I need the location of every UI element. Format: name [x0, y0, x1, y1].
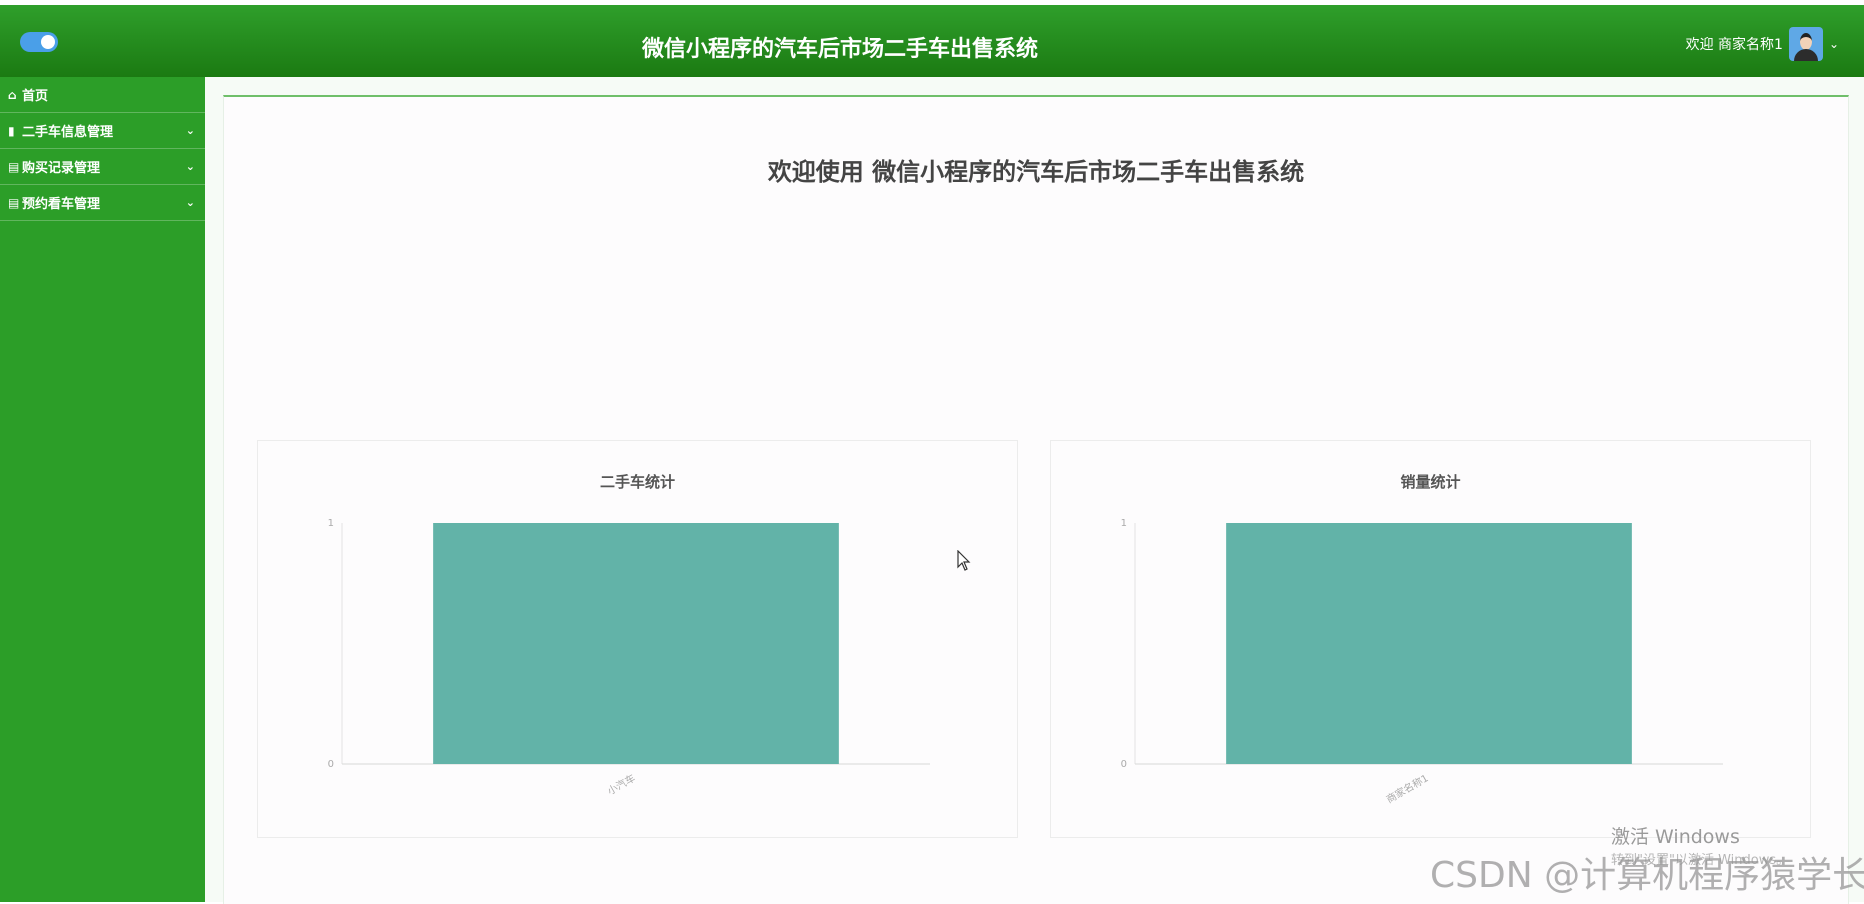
chart-card-sales: 销量统计 0 1 商家名称1 [1050, 440, 1811, 838]
chevron-down-icon[interactable]: ⌄ [1829, 37, 1839, 51]
bar [433, 523, 839, 764]
x-tick-label: 商家名称1 [1384, 771, 1431, 805]
folder-icon: ▮ [8, 123, 15, 138]
avatar[interactable] [1788, 27, 1823, 61]
list-icon: ▤ [8, 159, 20, 174]
used-car-stats-chart: 0 1 小汽车 [328, 518, 930, 798]
app-title: 微信小程序的汽车后市场二手车出售系统 [641, 37, 1038, 62]
list-icon: ▤ [8, 195, 20, 210]
bar [1226, 523, 1632, 764]
chevron-down-icon: ⌄ [185, 124, 195, 137]
avatar-head [1799, 33, 1812, 50]
content-panel: 欢迎使用 微信小程序的汽车后市场二手车出售系统 二手车统计 0 1 小汽车 销量统计… [223, 95, 1849, 904]
sidebar-item-label: 首页 [22, 89, 49, 104]
main-area: 欢迎使用 微信小程序的汽车后市场二手车出售系统 二手车统计 0 1 小汽车 销量统计… [205, 77, 1864, 904]
top-header: 微信小程序的汽车后市场二手车出售系统 欢迎 商家名称1 ⌄ [0, 5, 1864, 77]
chevron-down-icon: ⌄ [185, 196, 195, 209]
welcome-user-text: 欢迎 商家名称1 [1685, 37, 1783, 53]
sidebar-item-label: 购买记录管理 [22, 161, 101, 176]
chart-card-used-cars: 二手车统计 0 1 小汽车 [257, 440, 1018, 838]
csdn-watermark: CSDN @计算机程序猿学长 [1430, 855, 1864, 896]
sidebar-item-used-car-info[interactable]: ▮ 二手车信息管理 ⌄ [0, 113, 205, 149]
welcome-heading: 欢迎使用 微信小程序的汽车后市场二手车出售系统 [767, 158, 1305, 186]
avatar-body [1793, 49, 1818, 61]
y-tick-label: 0 [328, 759, 334, 770]
mouse-cursor-icon [957, 550, 971, 571]
y-tick-label: 1 [1121, 518, 1127, 529]
y-tick-label: 0 [1121, 759, 1127, 770]
user-menu[interactable]: 欢迎 商家名称1 ⌄ [1686, 27, 1839, 61]
sidebar-item-label: 二手车信息管理 [22, 125, 114, 140]
sidebar-item-viewing-appointments[interactable]: ▤ 预约看车管理 ⌄ [0, 185, 205, 221]
app-root: 微信小程序的汽车后市场二手车出售系统 欢迎 商家名称1 ⌄ ⌂ 首页 ▮ 二手车… [0, 0, 1864, 904]
windows-activation-watermark: 激活 Windows [1611, 826, 1740, 848]
chevron-down-icon: ⌄ [185, 160, 195, 173]
x-tick-label: 小汽车 [605, 771, 637, 797]
sales-stats-chart: 0 1 商家名称1 [1121, 518, 1723, 806]
y-tick-label: 1 [328, 518, 334, 529]
sidebar-item-label: 预约看车管理 [22, 197, 101, 212]
sidebar-item-purchase-records[interactable]: ▤ 购买记录管理 ⌄ [0, 149, 205, 185]
sidebar-item-home[interactable]: ⌂ 首页 [0, 77, 205, 113]
sidebar: ⌂ 首页 ▮ 二手车信息管理 ⌄ ▤ 购买记录管理 ⌄ ▤ 预约看车管理 ⌄ [0, 77, 205, 902]
home-icon: ⌂ [8, 87, 17, 102]
